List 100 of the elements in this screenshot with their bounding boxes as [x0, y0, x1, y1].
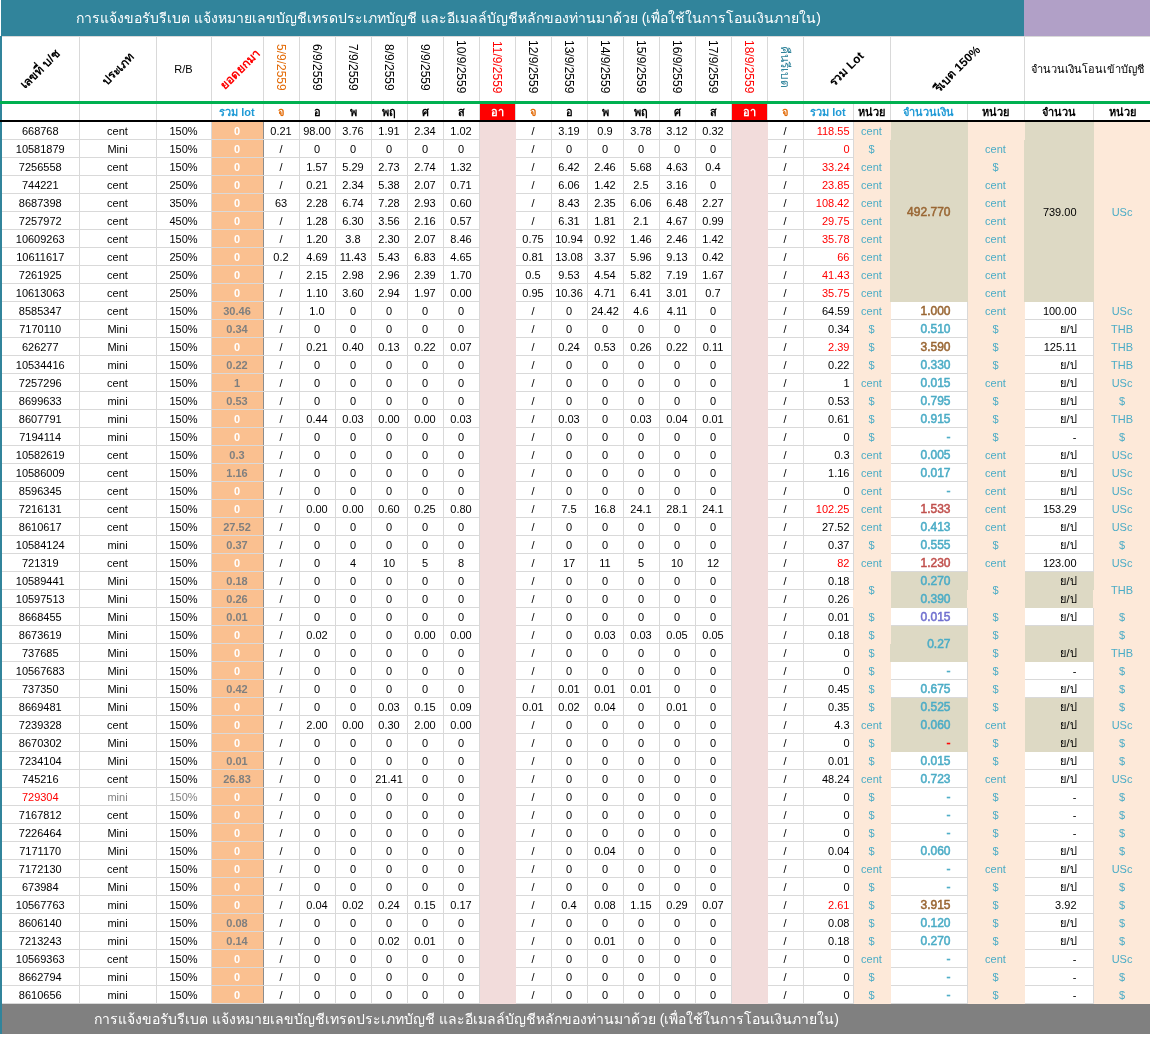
table-cell: 0 — [659, 967, 695, 986]
table-cell: 0.21 — [299, 337, 335, 356]
table-cell: 0 — [335, 571, 371, 590]
table-cell: 0 — [695, 571, 731, 590]
table-cell: 0 — [695, 751, 731, 770]
table-cell: 0 — [695, 913, 731, 932]
column-subheader: รวม lot — [803, 102, 853, 121]
table-cell: 0 — [335, 841, 371, 860]
table-cell: / — [263, 175, 299, 194]
table-cell: 6.83 — [407, 247, 443, 266]
table-cell: 1.67 — [695, 265, 731, 284]
table-cell: / — [263, 949, 299, 968]
table-cell: 721319 — [1, 553, 79, 572]
table-cell: 6.41 — [623, 283, 659, 302]
table-cell: 0 — [371, 589, 407, 608]
table-cell: 0 — [659, 877, 695, 896]
column-header: 7/9/2559 — [345, 43, 361, 91]
table-cell: / — [515, 535, 551, 554]
table-cell: 0 — [659, 481, 695, 500]
table-cell: 0 — [659, 841, 695, 860]
table-cell: 350% — [156, 193, 211, 212]
table-cell: 0.04 — [587, 841, 623, 860]
table-cell: Mini — [79, 679, 156, 698]
table-cell: / — [263, 319, 299, 338]
column-subheader: จ — [767, 102, 803, 121]
table-cell: 0 — [371, 445, 407, 464]
table-cell: 0 — [407, 643, 443, 662]
table-cell: 0 — [551, 787, 587, 806]
table-cell: / — [263, 931, 299, 950]
table-cell: 150% — [156, 337, 211, 356]
table-cell: mini — [79, 409, 156, 428]
table-cell: 626277 — [1, 337, 79, 356]
table-cell: 0 — [371, 751, 407, 770]
table-cell: 0 — [299, 463, 335, 482]
table-cell: 0 — [623, 733, 659, 752]
table-cell: 150% — [156, 427, 211, 446]
table-cell: 8610617 — [1, 517, 79, 536]
table-cell: 0 — [587, 445, 623, 464]
footer-note: การแจ้งขอรับรีเบต แจ้งหมายเลขบัญชีเทรดประเภทบัญชี และอีเมลล์บัญชีหลักของท่านมาด้วย (เพื่อใช้ในการโอนเงินภายใน) — [0, 1004, 1150, 1034]
table-cell: 1.42 — [695, 229, 731, 248]
table-cell: 0.53 — [803, 391, 853, 410]
table-cell: 0 — [443, 877, 479, 896]
table-cell: 8606140 — [1, 913, 79, 932]
table-cell: 0.22 — [803, 355, 853, 374]
table-cell: 0.04 — [299, 895, 335, 914]
table-cell: 0 — [371, 823, 407, 842]
table-cell: 0 — [695, 373, 731, 392]
table-cell: / — [263, 643, 299, 662]
table-cell: 0 — [407, 787, 443, 806]
table-cell: 0 — [659, 823, 695, 842]
table-cell: 0 — [299, 913, 335, 932]
table-cell: mini — [79, 913, 156, 932]
table-cell: 98.00 — [299, 121, 335, 140]
table-cell: 3.60 — [335, 283, 371, 302]
table-cell: 150% — [156, 823, 211, 842]
table-cell: 0.4 — [695, 157, 731, 176]
table-cell: / — [263, 985, 299, 1004]
table-cell: / — [263, 139, 299, 158]
table-cell: 150% — [156, 445, 211, 464]
table-cell: 0 — [443, 373, 479, 392]
table-cell: / — [263, 391, 299, 410]
table-cell: / — [515, 733, 551, 752]
table-cell: 0 — [659, 139, 695, 158]
table-cell: 0 — [407, 949, 443, 968]
table-cell: 2.5 — [623, 175, 659, 194]
table-cell: 0 — [371, 319, 407, 338]
table-cell: 8.46 — [443, 229, 479, 248]
table-cell: 0 — [659, 463, 695, 482]
table-cell: 0 — [299, 391, 335, 410]
column-subheader: อ — [551, 102, 587, 121]
table-cell: 2.27 — [695, 193, 731, 212]
table-cell: 150% — [156, 643, 211, 662]
table-cell: 0 — [407, 877, 443, 896]
table-cell: / — [515, 337, 551, 356]
table-cell: 0 — [299, 373, 335, 392]
table-cell: 1.0 — [299, 301, 335, 320]
table-cell: 24.42 — [587, 301, 623, 320]
table-cell: 0 — [659, 571, 695, 590]
column-subheader: พฤ — [623, 102, 659, 121]
table-cell: 739.00 — [1024, 121, 1094, 302]
table-cell: 0.03 — [623, 625, 659, 644]
table-cell: Mini — [79, 697, 156, 716]
table-cell: 7239328 — [1, 715, 79, 734]
table-cell: 0 — [335, 625, 371, 644]
table-cell: 0.37 — [803, 535, 853, 554]
table-cell: / — [767, 931, 803, 950]
table-cell: / — [515, 625, 551, 644]
table-cell: / — [263, 715, 299, 734]
table-cell: / — [767, 211, 803, 230]
table-cell: cent — [79, 193, 156, 212]
table-cell: 0 — [443, 859, 479, 878]
table-cell: 0 — [587, 427, 623, 446]
table-cell: 150% — [156, 481, 211, 500]
table-cell: 0 — [623, 445, 659, 464]
table-cell: 0 — [335, 913, 371, 932]
table-cell: 6.30 — [335, 211, 371, 230]
table-cell: / — [263, 913, 299, 932]
table-cell: 5.82 — [623, 265, 659, 284]
table-cell: 250% — [156, 265, 211, 284]
table-cell: 0 — [335, 427, 371, 446]
